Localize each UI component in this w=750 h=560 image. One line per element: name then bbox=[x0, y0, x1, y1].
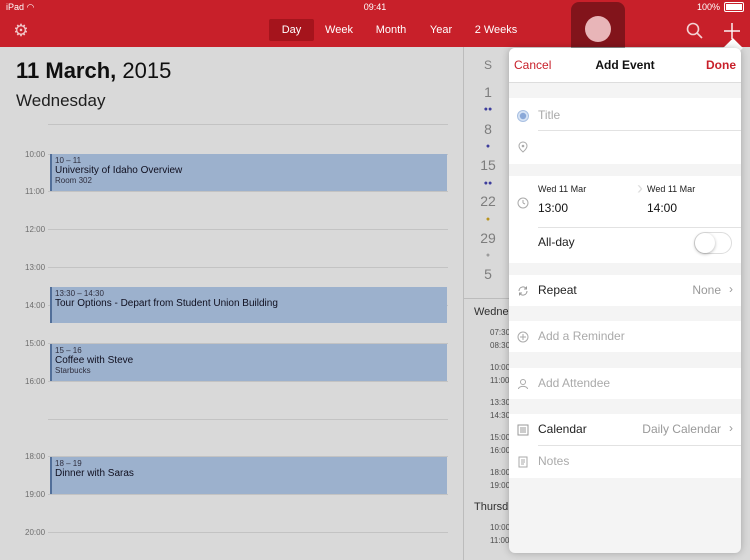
toggle-knob bbox=[695, 233, 715, 253]
touch-dot bbox=[585, 16, 611, 42]
repeat-icon bbox=[517, 284, 529, 296]
reminder-label: Add a Reminder bbox=[538, 329, 625, 343]
calendar-notes-group: Calendar Daily Calendar › Notes bbox=[509, 414, 741, 478]
status-bar: iPad ◠ 09:41 100% bbox=[0, 0, 750, 15]
repeat-value: None bbox=[692, 283, 721, 297]
tab-year[interactable]: Year bbox=[424, 19, 458, 41]
gear-icon[interactable]: ⚙ bbox=[12, 22, 30, 40]
battery-percent: 100% bbox=[696, 2, 720, 12]
end-time: 14:00 bbox=[647, 201, 678, 215]
row-separator bbox=[538, 227, 741, 228]
title-location-group: Title bbox=[509, 98, 741, 164]
start-date: Wed 11 Mar bbox=[538, 184, 587, 194]
plus-circle-icon bbox=[517, 330, 529, 343]
start-date-time[interactable]: Wed 11 Mar 13:00 bbox=[538, 184, 638, 224]
calendar-label: Calendar bbox=[538, 422, 587, 436]
search-icon[interactable] bbox=[685, 21, 705, 41]
start-time: 13:00 bbox=[538, 201, 569, 215]
person-icon bbox=[517, 377, 529, 390]
location-input[interactable] bbox=[538, 134, 733, 158]
attendee-row[interactable]: Add Attendee bbox=[509, 368, 741, 399]
date-time-group: Wed 11 Mar 13:00 › Wed 11 Mar 14:00 All-… bbox=[509, 176, 741, 263]
reminder-row[interactable]: Add a Reminder bbox=[509, 321, 741, 352]
allday-toggle[interactable] bbox=[694, 232, 732, 254]
tab-day[interactable]: Day bbox=[269, 19, 314, 41]
allday-label: All-day bbox=[538, 235, 575, 249]
tab-2-weeks[interactable]: 2 Weeks bbox=[468, 19, 524, 41]
status-right: 100% bbox=[697, 2, 744, 12]
tab-week[interactable]: Week bbox=[318, 19, 360, 41]
end-date: Wed 11 Mar bbox=[647, 184, 696, 194]
arrow-divider-icon: › bbox=[637, 178, 643, 198]
location-pin-icon bbox=[517, 140, 529, 153]
status-time: 09:41 bbox=[363, 2, 387, 12]
notes-input[interactable]: Notes bbox=[538, 454, 569, 468]
calendar-value: Daily Calendar bbox=[642, 422, 721, 436]
chevron-right-icon: › bbox=[729, 421, 733, 435]
calendar-color-icon bbox=[517, 109, 529, 122]
calendar-row[interactable]: Calendar Daily Calendar › bbox=[509, 414, 741, 445]
done-button[interactable]: Done bbox=[706, 58, 736, 72]
battery-icon bbox=[724, 2, 744, 12]
repeat-label: Repeat bbox=[538, 283, 577, 297]
end-date-time[interactable]: Wed 11 Mar 14:00 bbox=[647, 184, 737, 224]
list-icon bbox=[517, 423, 529, 436]
clock-icon bbox=[517, 196, 529, 209]
notes-icon bbox=[517, 455, 529, 468]
attendee-label: Add Attendee bbox=[538, 376, 611, 390]
repeat-row[interactable]: Repeat None › bbox=[509, 275, 741, 306]
title-input[interactable]: Title bbox=[538, 108, 560, 122]
row-separator bbox=[538, 130, 741, 131]
chevron-right-icon: › bbox=[729, 282, 733, 296]
popover-header: Cancel Add Event Done bbox=[509, 48, 741, 83]
tab-month[interactable]: Month bbox=[368, 19, 414, 41]
add-event-popover: Cancel Add Event Done Title Wed 11 Mar 1… bbox=[509, 48, 741, 553]
nav-bar: ⚙ Day Week Month Year 2 Weeks bbox=[0, 15, 750, 47]
row-separator bbox=[538, 445, 741, 446]
